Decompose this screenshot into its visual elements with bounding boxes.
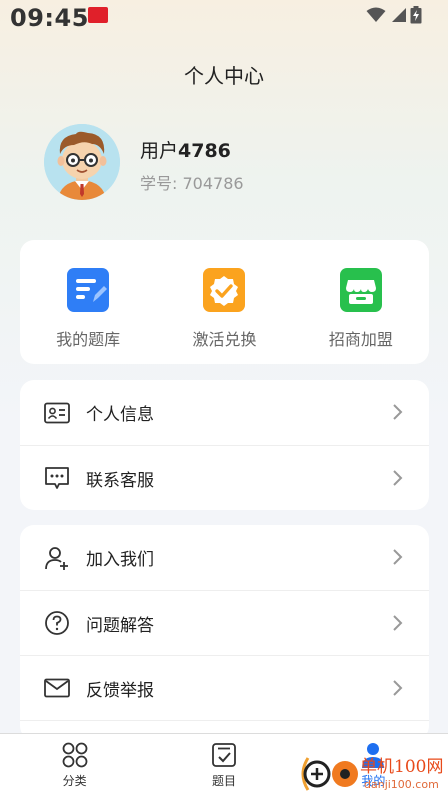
chevron-right-icon [393,549,403,565]
quick-action-activate[interactable]: 激活兑换 [156,240,292,364]
activate-badge-icon [203,268,246,312]
help-icon [44,610,70,636]
menu-item-label: 加入我们 [86,550,154,570]
menu-item-label: 问题解答 [86,615,154,636]
chat-icon [44,465,70,491]
status-icons [366,6,422,24]
grid-icon [61,741,89,769]
quick-action-label: 招商加盟 [328,330,393,349]
menu-item-faq[interactable]: 问题解答 [20,590,429,655]
tab-questions[interactable]: 题目 [149,734,298,796]
question-bank-icon [67,268,110,312]
wifi-icon [366,7,386,22]
tab-category[interactable]: 分类 [0,734,149,796]
quick-action-franchise[interactable]: 招商加盟 [293,240,429,364]
quick-action-question-bank[interactable]: 我的题库 [20,240,156,364]
menu-item-customer-service[interactable]: 联系客服 [20,445,429,510]
status-time: 09:45 [10,4,89,32]
notification-app-icon [88,7,108,23]
add-user-icon [44,545,70,571]
avatar[interactable] [44,124,120,200]
menu-group-support: 加入我们 问题解答 反馈举报 [20,525,429,740]
page-title: 个人中心 [184,64,264,88]
mail-icon [44,675,70,701]
watermark-url: danji100.com [364,778,439,791]
chevron-right-icon [393,615,403,631]
menu-item-label: 联系客服 [86,470,154,491]
menu-item-personal-info[interactable]: 个人信息 [20,380,429,445]
menu-item-label: 反馈举报 [86,680,154,701]
chevron-right-icon [393,680,403,696]
watermark-text: 单机100网 [360,757,444,777]
username: 用户4786 [140,140,231,162]
quick-actions-card: 我的题库 激活兑换 招商加盟 [20,240,429,364]
checklist-icon [210,741,238,769]
status-bar: 09:45 [0,0,448,40]
battery-icon [410,6,422,24]
menu-item-feedback[interactable]: 反馈举报 [20,655,429,720]
id-card-icon [44,400,70,426]
store-icon [339,268,382,312]
tab-label: 分类 [62,774,87,788]
menu-item-join-us[interactable]: 加入我们 [20,525,429,590]
chevron-right-icon [393,470,403,486]
quick-action-label: 激活兑换 [192,330,257,349]
student-id: 学号: 704786 [140,174,244,193]
watermark: 单机100网 danji100.com [298,752,448,796]
watermark-logo-icon [301,757,358,791]
tab-label: 题目 [211,774,236,788]
quick-action-label: 我的题库 [56,330,121,349]
signal-icon [392,8,406,22]
avatar-image [44,124,120,200]
chevron-right-icon [393,404,403,420]
menu-item-label: 个人信息 [86,405,154,425]
menu-group-account: 个人信息 联系客服 [20,380,429,510]
